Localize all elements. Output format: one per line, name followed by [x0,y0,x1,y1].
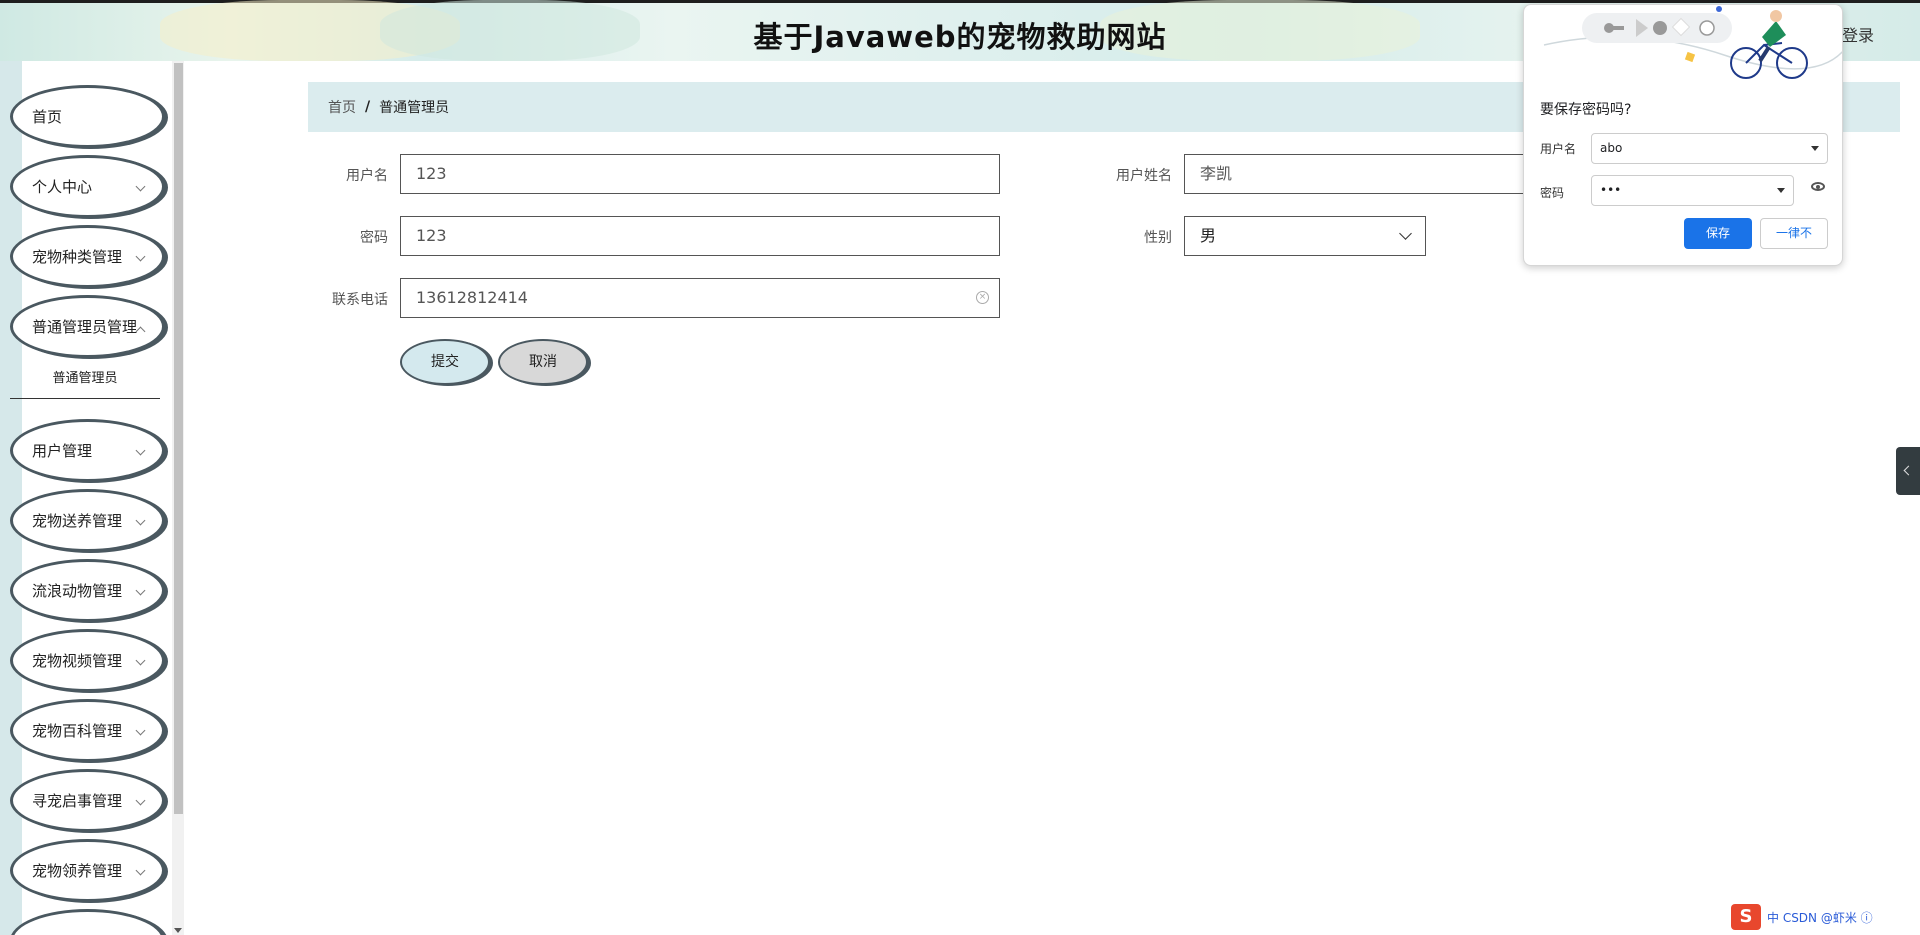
sidebar-item-label: 宠物视频管理 [32,652,123,670]
sidebar-item-label: 普通管理员管理 [32,318,138,336]
breadcrumb-separator: / [365,99,371,115]
realname-label: 用户姓名 [1116,168,1172,184]
chevron-down-icon [1399,227,1412,240]
chevron-down-icon [135,585,146,596]
sidebar-item-stray-animals[interactable]: 流浪动物管理 [10,559,165,622]
sogou-logo-icon[interactable]: S [1731,904,1761,930]
sidebar-item-user-management[interactable]: 用户管理 [10,419,165,482]
cyclist-illustration-icon [1543,6,1842,79]
sidebar-item-label: 首页 [32,108,63,126]
cancel-button[interactable]: 取消 [498,339,588,385]
sidebar-item-label: 宠物种类管理 [32,248,123,266]
side-panel-toggle[interactable] [1896,447,1920,495]
password-input[interactable]: 123 [400,216,1000,256]
username-input[interactable]: 123 [400,154,1000,194]
sidebar-item-label: 流浪动物管理 [32,582,123,600]
phone-value: 13612812414 [416,288,528,307]
sidebar-item-lost-pet-notices[interactable]: 寻宠启事管理 [10,769,165,832]
chevron-down-icon [135,655,146,666]
sidebar-item-pet-category[interactable]: 宠物种类管理 [10,225,165,288]
sidebar-item-label: 宠物送养管理 [32,512,123,530]
gender-select[interactable]: 男 [1184,216,1426,256]
sidebar-subitem-admin[interactable]: 普通管理员 [10,357,160,399]
scroll-down-arrow-icon[interactable] [174,928,182,933]
clear-icon[interactable]: × [976,291,989,304]
dropdown-arrow-icon [1811,146,1819,151]
sidebar: 首页 个人中心 宠物种类管理 普通管理员管理 普通管理员 用户管理 宠物送养管理… [0,61,172,935]
chevron-left-icon [1903,465,1914,476]
phone-input[interactable]: 13612812414 × [400,278,1000,318]
system-tray: S 中 CSDN @虾米 ⓘ [1731,903,1911,931]
dropdown-arrow-icon [1777,188,1785,193]
sidebar-item-admin-management[interactable]: 普通管理员管理 [10,295,165,358]
sidebar-item-pet-rehoming[interactable]: 宠物送养管理 [10,489,165,552]
sidebar-item-label: 宠物百科管理 [32,722,123,740]
breadcrumb-current: 普通管理员 [379,100,450,116]
save-password-button[interactable]: 保存 [1684,218,1752,249]
password-label: 密码 [360,230,388,246]
gender-selected-value: 男 [1200,226,1217,245]
chevron-down-icon [135,795,146,806]
sidebar-item-personal-center[interactable]: 个人中心 [10,155,165,218]
sidebar-scrollbar[interactable] [172,61,184,935]
chevron-down-icon [135,181,146,192]
popup-username-value: abo [1600,141,1623,155]
realname-input[interactable]: 李凯 [1184,154,1524,194]
save-password-dialog: 要保存密码吗? 用户名 abo 密码 ••• 保存 一律不 [1523,4,1843,266]
sidebar-item-partial[interactable] [10,909,165,935]
sidebar-item-label: 宠物领养管理 [32,862,123,880]
eye-icon[interactable] [1811,182,1825,191]
app-window: 基于Javaweb的宠物救助网站 登录 首页 个人中心 宠物种类管理 普通管理员… [0,0,1920,935]
username-label: 用户名 [346,168,388,184]
submit-button[interactable]: 提交 [400,339,490,385]
chevron-down-icon [135,251,146,262]
phone-label: 联系电话 [332,292,388,308]
sidebar-item-label: 寻宠启事管理 [32,792,123,810]
popup-password-value: ••• [1600,183,1622,197]
gender-label: 性别 [1144,230,1172,246]
breadcrumb-home[interactable]: 首页 [328,97,356,117]
chevron-up-icon [135,326,146,337]
sidebar-item-label: 用户管理 [32,442,93,460]
chevron-down-icon [135,515,146,526]
save-password-question: 要保存密码吗? [1540,102,1632,118]
chevron-down-icon [135,865,146,876]
popup-username-select[interactable]: abo [1591,133,1828,164]
scrollbar-thumb[interactable] [174,63,183,814]
chevron-down-icon [135,445,146,456]
popup-password-select[interactable]: ••• [1591,175,1794,206]
never-save-button[interactable]: 一律不 [1760,218,1828,249]
popup-username-label: 用户名 [1540,142,1577,156]
login-link[interactable]: 登录 [1842,22,1874,46]
chevron-down-icon [135,725,146,736]
tray-text: 中 CSDN @虾米 ⓘ [1767,910,1873,925]
sidebar-item-pet-encyclopedia[interactable]: 宠物百科管理 [10,699,165,762]
sidebar-item-pet-videos[interactable]: 宠物视频管理 [10,629,165,692]
sidebar-item-home[interactable]: 首页 [10,85,165,148]
sidebar-item-label: 个人中心 [32,178,93,196]
popup-password-label: 密码 [1540,186,1565,200]
sidebar-item-pet-adoption[interactable]: 宠物领养管理 [10,839,165,902]
